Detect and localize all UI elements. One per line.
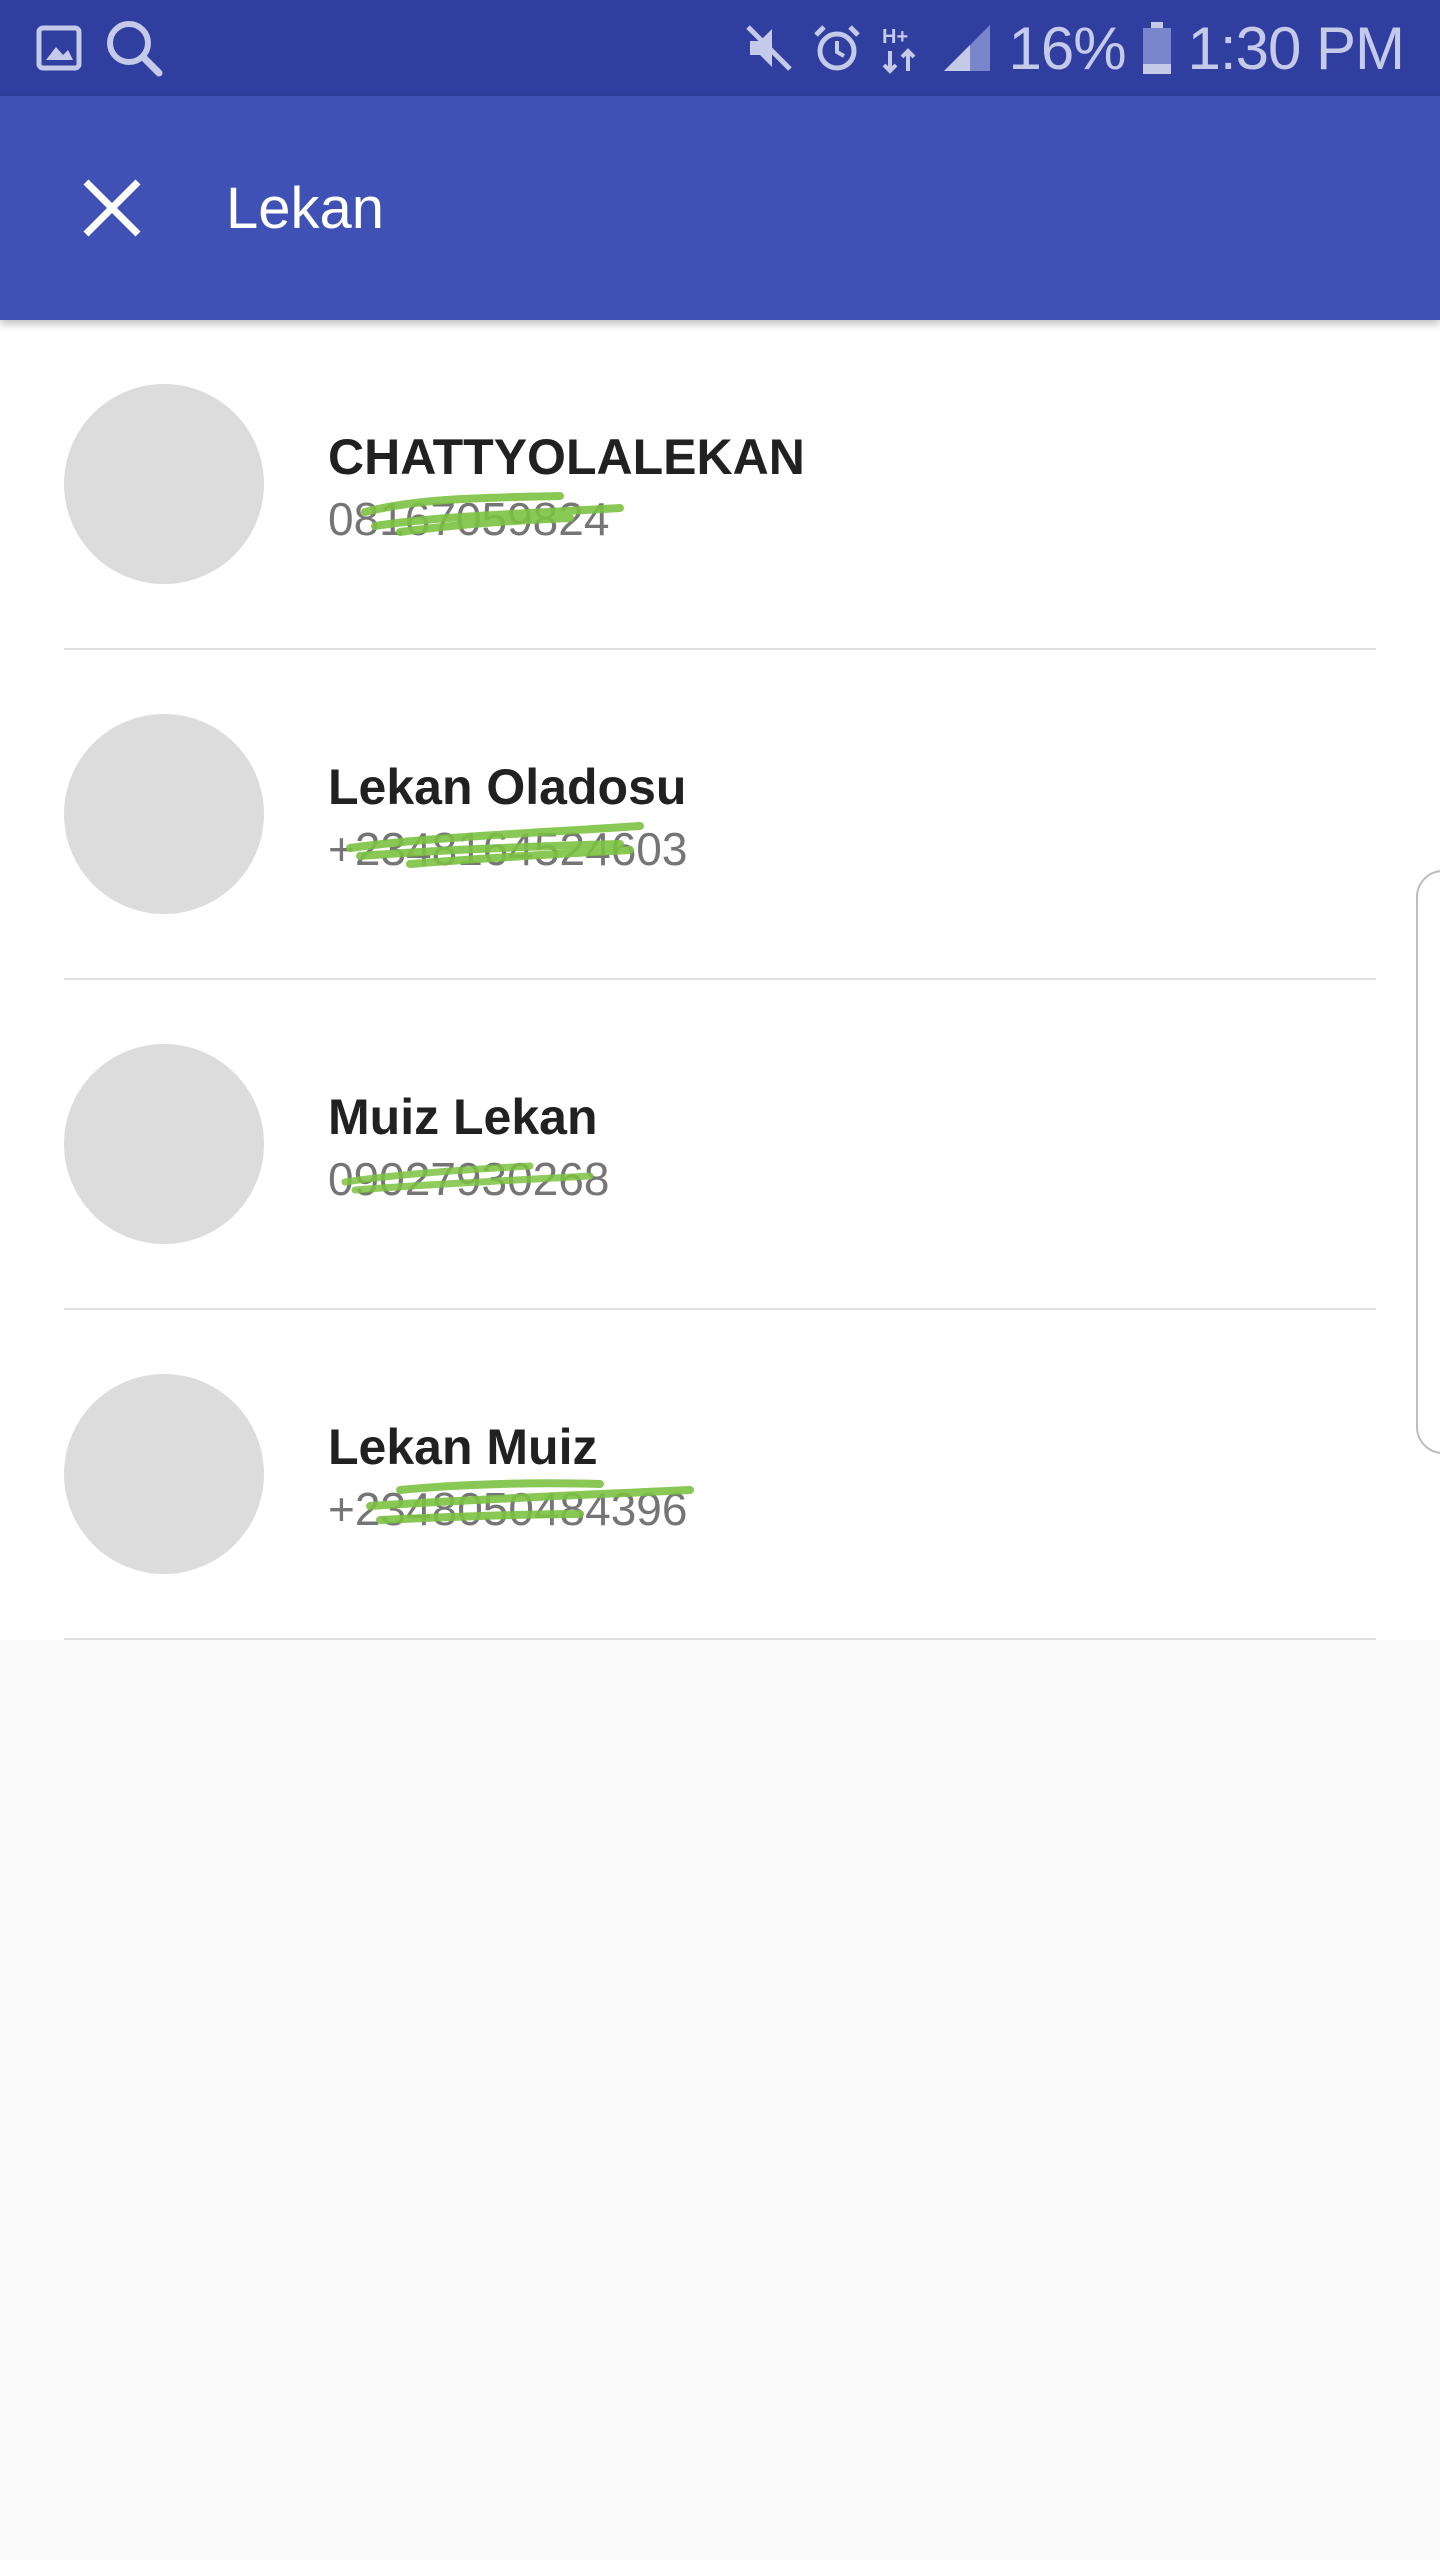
redaction-scribble (346, 822, 644, 868)
clock: 1:30 PM (1187, 14, 1405, 82)
battery-percent: 16% (1008, 14, 1126, 82)
search-toolbar (0, 96, 1440, 320)
redaction-scribble (341, 1162, 594, 1194)
hplus-data-icon: H+ (878, 21, 926, 75)
mute-icon (742, 21, 796, 75)
contact-row[interactable]: CHATTYOLALEKAN 08167059824 (0, 320, 1440, 650)
contact-results-list: CHATTYOLALEKAN 08167059824 Lekan Oladosu… (0, 320, 1440, 1640)
svg-text:H+: H+ (882, 26, 908, 48)
contact-row[interactable]: Lekan Oladosu +2348164524603 (0, 650, 1440, 980)
contact-row[interactable]: Lekan Muiz +2348050484396 (0, 1310, 1440, 1640)
edge-panel-handle[interactable] (1416, 870, 1440, 1454)
battery-icon (1140, 20, 1174, 76)
signal-icon (940, 21, 994, 75)
gallery-icon (36, 25, 82, 71)
divider (64, 1638, 1376, 1640)
search-input[interactable] (224, 157, 1328, 259)
redaction-scribble (361, 492, 624, 536)
close-icon (83, 179, 141, 237)
close-button[interactable] (64, 160, 160, 256)
redaction-scribble (366, 1479, 694, 1524)
contact-row[interactable]: Muiz Lekan 09027930268 (0, 980, 1440, 1310)
search-icon (104, 18, 164, 78)
status-bar: H+ 16% 1:30 PM (0, 0, 1440, 96)
alarm-icon (810, 21, 864, 75)
